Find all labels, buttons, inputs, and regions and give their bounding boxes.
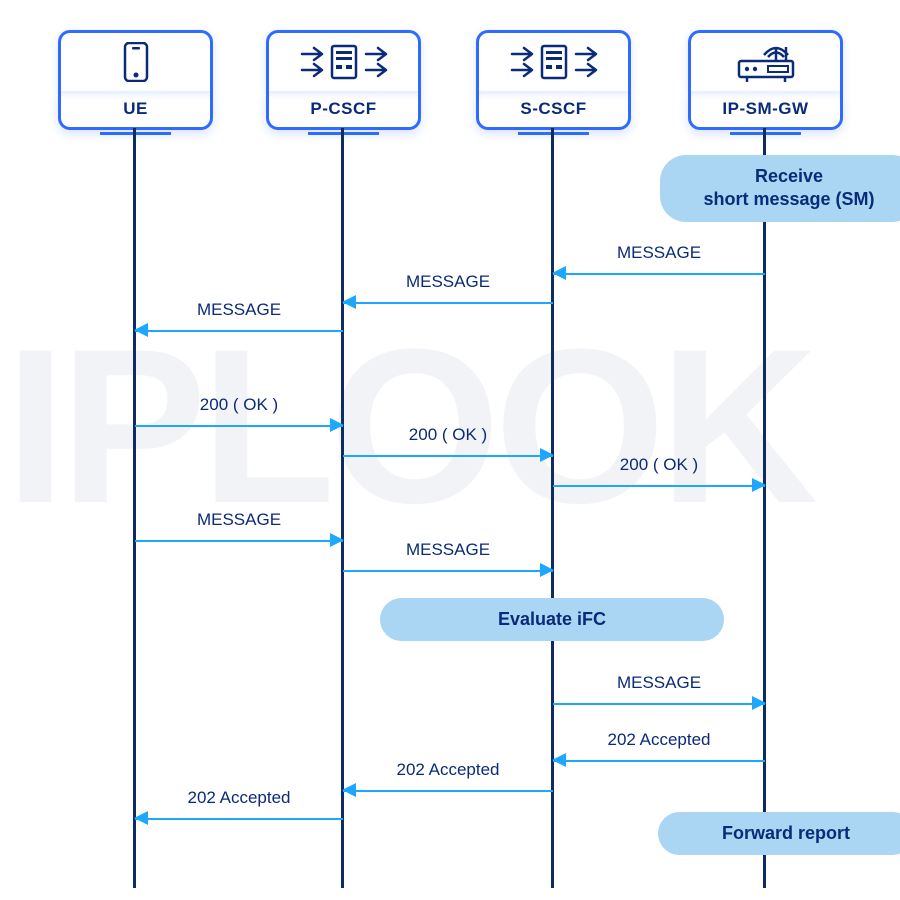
participant-label: IP-SM-GW — [722, 99, 808, 119]
lifeline-ue — [133, 128, 136, 888]
message-label: MESSAGE — [135, 510, 343, 530]
message-label: 200 ( OK ) — [135, 395, 343, 415]
participant-label: S-CSCF — [520, 99, 586, 119]
proxy-icon — [296, 42, 392, 82]
msg-message-scscf-pcscf: MESSAGE — [343, 292, 553, 320]
msg-message-pcscf-ue: MESSAGE — [135, 320, 343, 348]
device-icon — [122, 42, 150, 82]
msg-200ok-scscf-ipsmgw: 200 ( OK ) — [553, 475, 765, 503]
note-evaluate-ifc: Evaluate iFC — [380, 598, 724, 641]
participant-ipsmgw: IP-SM-GW — [688, 30, 843, 135]
participant-ue: UE — [58, 30, 213, 135]
note-text: Evaluate iFC — [498, 609, 606, 629]
participant-label: UE — [123, 99, 148, 119]
note-text: Forward report — [722, 823, 850, 843]
participant-scscf: S-CSCF — [476, 30, 631, 135]
message-label: 200 ( OK ) — [553, 455, 765, 475]
msg-202-ipsmgw-scscf: 202 Accepted — [553, 750, 765, 778]
msg-200ok-pcscf-scscf: 200 ( OK ) — [343, 445, 553, 473]
message-label: 202 Accepted — [553, 730, 765, 750]
message-label: 202 Accepted — [343, 760, 553, 780]
message-label: 200 ( OK ) — [343, 425, 553, 445]
gateway-icon — [733, 41, 799, 83]
msg-200ok-ue-pcscf: 200 ( OK ) — [135, 415, 343, 443]
message-label: MESSAGE — [135, 300, 343, 320]
note-receive-sm: Receive short message (SM) — [660, 155, 900, 222]
message-label: MESSAGE — [343, 272, 553, 292]
msg-message-scscf-ipsmgw: MESSAGE — [553, 693, 765, 721]
msg-202-scscf-pcscf: 202 Accepted — [343, 780, 553, 808]
note-forward-report: Forward report — [658, 812, 900, 855]
sequence-diagram: IPLOOK UE — [0, 0, 900, 900]
msg-message-ue-pcscf: MESSAGE — [135, 530, 343, 558]
message-label: MESSAGE — [553, 673, 765, 693]
proxy-icon — [506, 42, 602, 82]
message-label: MESSAGE — [343, 540, 553, 560]
msg-message-pcscf-scscf: MESSAGE — [343, 560, 553, 588]
participant-pcscf: P-CSCF — [266, 30, 421, 135]
note-text: Receive short message (SM) — [703, 166, 874, 209]
message-label: MESSAGE — [553, 243, 765, 263]
msg-202-pcscf-ue: 202 Accepted — [135, 808, 343, 836]
msg-message-ipsmgw-scscf: MESSAGE — [553, 263, 765, 291]
message-label: 202 Accepted — [135, 788, 343, 808]
participant-label: P-CSCF — [310, 99, 376, 119]
